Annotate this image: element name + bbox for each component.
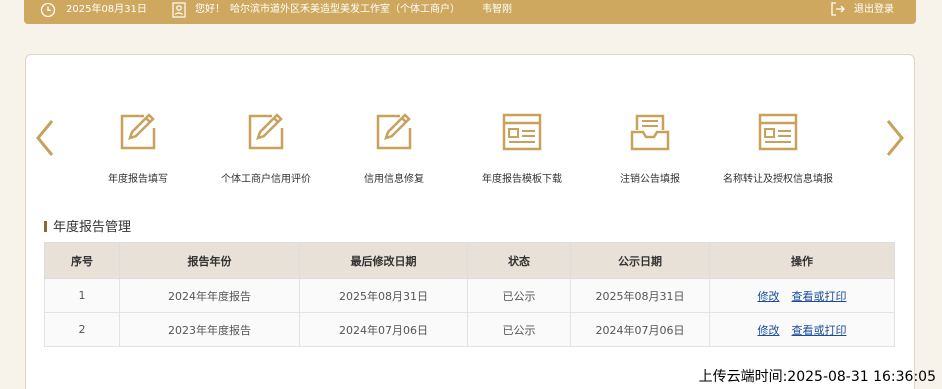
view-print-link[interactable]: 查看或打印 xyxy=(792,290,847,303)
col-header-actions: 操作 xyxy=(709,242,895,279)
logout-button[interactable]: 退出登录 xyxy=(854,0,894,22)
cell-published: 2025年08月31日 xyxy=(570,278,710,313)
col-header-status: 状态 xyxy=(467,242,571,279)
cell-modified: 2024年07月06日 xyxy=(299,312,468,347)
cell-actions: 修改 查看或打印 xyxy=(709,312,895,347)
cell-published: 2024年07月06日 xyxy=(570,312,710,347)
cell-status: 已公示 xyxy=(467,278,571,313)
edit-link[interactable]: 修改 xyxy=(758,290,780,303)
cell-year: 2024年年度报告 xyxy=(119,278,300,313)
current-date: 2025年08月31日 xyxy=(66,4,147,15)
template-icon xyxy=(758,113,798,151)
col-header-modified: 最后修改日期 xyxy=(299,242,468,279)
greeting: 您好！ xyxy=(195,4,225,15)
view-print-link[interactable]: 查看或打印 xyxy=(792,324,847,337)
section-title: 年度报告管理 xyxy=(44,216,131,235)
service-name-transfer[interactable]: 名称转让及授权信息填报 xyxy=(708,110,848,185)
table-row: 2 2023年年度报告 2024年07月06日 已公示 2024年07月06日 … xyxy=(44,312,895,347)
service-annual-report-fill[interactable]: 年度报告填写 xyxy=(68,110,208,185)
edit-icon xyxy=(248,113,284,150)
service-template-download[interactable]: 年度报告模板下载 xyxy=(452,110,592,185)
carousel-prev-icon[interactable] xyxy=(34,118,56,158)
service-credit-evaluation[interactable]: 个体工商户信用评价 xyxy=(196,110,336,185)
edit-link[interactable]: 修改 xyxy=(758,324,780,337)
template-icon xyxy=(502,113,542,151)
edit-icon xyxy=(376,113,412,150)
logout-icon[interactable] xyxy=(830,1,846,23)
service-label: 年度报告模板下载 xyxy=(482,174,562,185)
edit-icon xyxy=(120,113,156,150)
service-deregistration-notice[interactable]: 注销公告填报 xyxy=(580,110,720,185)
user-card-icon xyxy=(172,2,186,24)
table-row: 1 2024年年度报告 2025年08月31日 已公示 2025年08月31日 … xyxy=(44,278,895,313)
service-label: 名称转让及授权信息填报 xyxy=(723,174,833,185)
col-header-published: 公示日期 xyxy=(570,242,710,279)
clock-icon xyxy=(40,2,56,24)
cell-year: 2023年年度报告 xyxy=(119,312,300,347)
cell-status: 已公示 xyxy=(467,312,571,347)
reports-table: 序号 报告年份 最后修改日期 状态 公示日期 操作 1 2024年年度报告 20… xyxy=(44,242,895,347)
cell-no: 1 xyxy=(44,278,120,313)
service-label: 注销公告填报 xyxy=(620,174,680,185)
section-marker xyxy=(44,221,47,232)
user-name: 韦智刚 xyxy=(482,4,512,15)
company-name: 哈尔滨市道外区禾美造型美发工作室（个体工商户） xyxy=(230,4,460,15)
inbox-icon xyxy=(630,114,670,151)
cell-modified: 2025年08月31日 xyxy=(299,278,468,313)
cell-actions: 修改 查看或打印 xyxy=(709,278,895,313)
table-header-row: 序号 报告年份 最后修改日期 状态 公示日期 操作 xyxy=(44,242,895,279)
service-credit-repair[interactable]: 信用信息修复 xyxy=(324,110,464,185)
upload-timestamp: 上传云端时间:2025-08-31 16:36:05 xyxy=(698,369,936,385)
col-header-no: 序号 xyxy=(44,242,120,279)
cell-no: 2 xyxy=(44,312,120,347)
top-bar: 2025年08月31日 您好！ 哈尔滨市道外区禾美造型美发工作室（个体工商户） … xyxy=(24,0,916,24)
col-header-year: 报告年份 xyxy=(119,242,300,279)
carousel-next-icon[interactable] xyxy=(884,118,906,158)
service-label: 年度报告填写 xyxy=(108,174,168,185)
service-label: 个体工商户信用评价 xyxy=(221,174,311,185)
service-label: 信用信息修复 xyxy=(364,174,424,185)
